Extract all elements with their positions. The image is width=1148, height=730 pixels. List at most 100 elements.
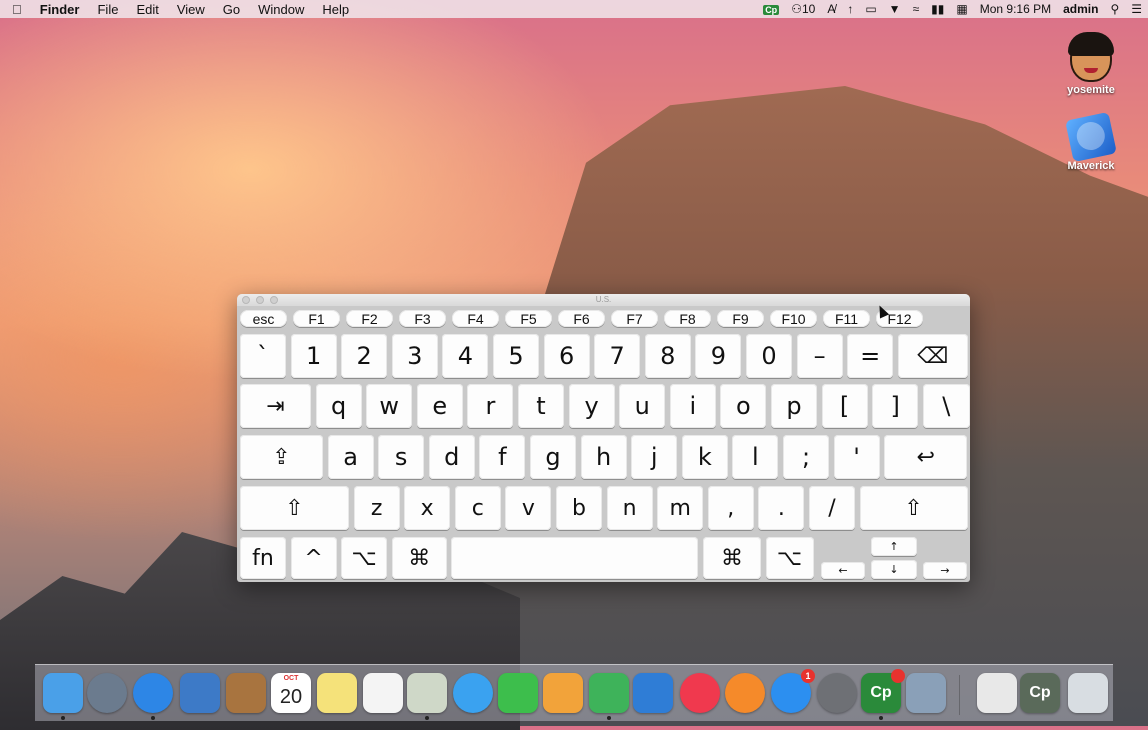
- key-r[interactable]: r: [467, 384, 514, 428]
- itunes-icon[interactable]: [680, 673, 720, 713]
- key-f5[interactable]: F5: [505, 310, 552, 327]
- key-f10[interactable]: F10: [770, 310, 817, 327]
- minimized-window-icon[interactable]: Cp: [1020, 673, 1060, 713]
- key-h[interactable]: h: [580, 435, 627, 479]
- key-control[interactable]: ^: [290, 537, 337, 579]
- key-left-bracket[interactable]: [: [821, 384, 868, 428]
- ibooks-icon[interactable]: [725, 673, 765, 713]
- notification-center-icon[interactable]: ☰: [1125, 2, 1148, 16]
- key-minus[interactable]: –: [796, 334, 843, 378]
- key-v[interactable]: v: [505, 486, 552, 530]
- mail-icon[interactable]: [180, 673, 220, 713]
- key-arrow-up[interactable]: ↑: [871, 537, 917, 556]
- key-m[interactable]: m: [657, 486, 704, 530]
- key-arrow-right[interactable]: →: [923, 562, 967, 579]
- key-k[interactable]: k: [681, 435, 728, 479]
- key-p[interactable]: p: [771, 384, 817, 428]
- key-e[interactable]: e: [416, 384, 463, 428]
- key-1[interactable]: 1: [290, 334, 337, 378]
- key-f8[interactable]: F8: [664, 310, 711, 327]
- key-fn[interactable]: fn: [240, 537, 286, 579]
- key-f4[interactable]: F4: [452, 310, 499, 327]
- menu-file[interactable]: File: [88, 2, 127, 17]
- key-f2[interactable]: F2: [346, 310, 393, 327]
- key-caps-lock[interactable]: ⇪: [240, 435, 323, 479]
- menu-view[interactable]: View: [168, 2, 214, 17]
- key-j[interactable]: j: [631, 435, 678, 479]
- menu-go[interactable]: Go: [214, 2, 249, 17]
- key-backslash[interactable]: \: [922, 384, 970, 428]
- key-command[interactable]: ⌘: [703, 537, 761, 579]
- app-store-icon[interactable]: 1: [771, 669, 815, 713]
- wifi-icon[interactable]: ≈: [907, 2, 926, 16]
- key-period[interactable]: .: [758, 486, 805, 530]
- key-f7[interactable]: F7: [611, 310, 658, 327]
- key-n[interactable]: n: [606, 486, 653, 530]
- key-delete[interactable]: ⌫: [897, 334, 968, 378]
- key-g[interactable]: g: [530, 435, 576, 479]
- calendar-icon[interactable]: OCT 20: [271, 673, 311, 713]
- keyboard-viewer-status-icon[interactable]: ▦: [950, 2, 973, 16]
- key-f6[interactable]: F6: [558, 310, 605, 327]
- desktop-icon-maverick[interactable]: Maverick: [1056, 111, 1126, 172]
- key-semicolon[interactable]: ;: [783, 435, 829, 479]
- key-command[interactable]: ⌘: [391, 537, 447, 579]
- key-t[interactable]: t: [518, 384, 564, 428]
- keynote-icon[interactable]: [633, 673, 673, 713]
- captivate-status-icon[interactable]: Cp: [757, 2, 785, 16]
- trash-icon[interactable]: [1068, 673, 1108, 713]
- key-o[interactable]: o: [720, 384, 767, 428]
- key-arrow-down[interactable]: ↓: [871, 560, 917, 579]
- airplay-icon[interactable]: ▭: [859, 2, 882, 16]
- key-comma[interactable]: ,: [707, 486, 754, 530]
- apple-menu-icon[interactable]: : [0, 2, 31, 17]
- key-right-bracket[interactable]: ]: [872, 384, 919, 428]
- launchpad-icon[interactable]: [87, 673, 127, 713]
- key-f11[interactable]: F11: [823, 310, 870, 327]
- key-d[interactable]: d: [428, 435, 475, 479]
- clock[interactable]: Mon 9:16 PM: [974, 2, 1057, 16]
- safari-icon[interactable]: [133, 673, 173, 713]
- key-slash[interactable]: /: [809, 486, 855, 530]
- key-x[interactable]: x: [404, 486, 451, 530]
- key-f[interactable]: f: [479, 435, 526, 479]
- accessibility-status-icon[interactable]: ↑: [841, 2, 859, 16]
- key-shift[interactable]: ⇧: [240, 486, 349, 530]
- key-f3[interactable]: F3: [399, 310, 446, 327]
- key-esc[interactable]: esc: [240, 310, 287, 327]
- captivate-icon[interactable]: Cp: [861, 669, 905, 713]
- preview-icon[interactable]: [407, 673, 447, 713]
- key-c[interactable]: c: [454, 486, 501, 530]
- key-3[interactable]: 3: [391, 334, 438, 378]
- documents-icon[interactable]: [977, 673, 1017, 713]
- key-arrow-left[interactable]: ←: [821, 562, 865, 579]
- battery-icon[interactable]: ▮▮: [925, 2, 950, 16]
- key-w[interactable]: w: [366, 384, 413, 428]
- desktop-icon-yosemite[interactable]: yosemite: [1056, 32, 1126, 96]
- pages-icon[interactable]: [543, 673, 583, 713]
- key-i[interactable]: i: [669, 384, 716, 428]
- key-space[interactable]: [451, 537, 699, 579]
- key-shift[interactable]: ⇧: [859, 486, 968, 530]
- input-menu-icon[interactable]: A̸: [821, 2, 841, 16]
- menu-edit[interactable]: Edit: [127, 2, 167, 17]
- key-z[interactable]: z: [353, 486, 400, 530]
- notes-icon[interactable]: [317, 673, 357, 713]
- key-f1[interactable]: F1: [293, 310, 340, 327]
- key-a[interactable]: a: [327, 435, 374, 479]
- key-5[interactable]: 5: [493, 334, 539, 378]
- key-tab[interactable]: ⇥: [240, 384, 311, 428]
- key-6[interactable]: 6: [543, 334, 590, 378]
- facetime-icon[interactable]: [498, 673, 538, 713]
- key-q[interactable]: q: [315, 384, 362, 428]
- menu-window[interactable]: Window: [249, 2, 313, 17]
- key-8[interactable]: 8: [644, 334, 691, 378]
- numbers-icon[interactable]: [589, 673, 629, 713]
- key-y[interactable]: y: [568, 384, 615, 428]
- key-quote[interactable]: ': [833, 435, 880, 479]
- key-equals[interactable]: =: [847, 334, 894, 378]
- key-u[interactable]: u: [619, 384, 666, 428]
- reminders-icon[interactable]: [363, 673, 403, 713]
- system-preferences-icon[interactable]: [817, 673, 857, 713]
- key-return[interactable]: ↩: [884, 435, 968, 479]
